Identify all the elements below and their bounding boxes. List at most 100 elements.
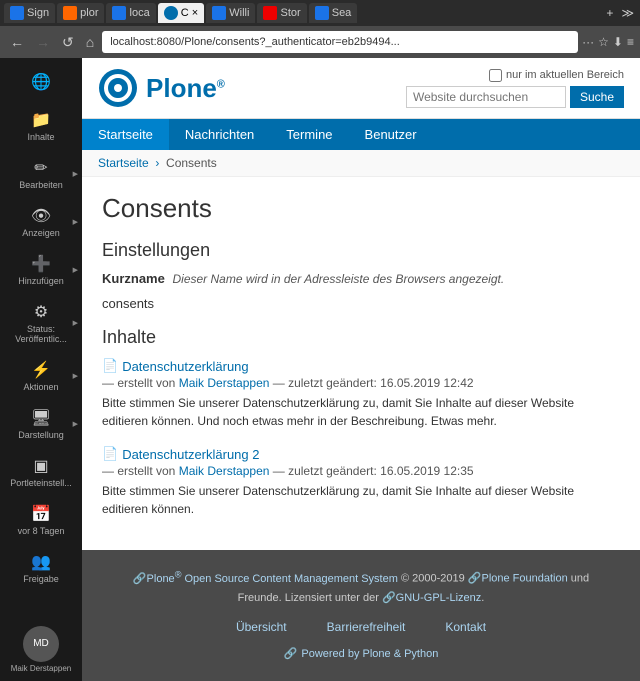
content-item-1-link[interactable]: Datenschutzerklärung (122, 359, 248, 374)
inhalte-section-title: Inhalte (102, 327, 620, 348)
breadcrumb-home[interactable]: Startseite (98, 156, 149, 170)
breadcrumb: Startseite › Consents (82, 150, 640, 177)
tab-plor[interactable]: plor (57, 3, 104, 23)
search-input[interactable] (406, 86, 566, 108)
address-icons: ··· ☆ ⬇ ≡ (582, 35, 634, 49)
search-button[interactable]: Suche (570, 86, 624, 108)
sidebar-item-darstellung[interactable]: 🖥 Darstellung (0, 402, 82, 446)
tab-consents[interactable]: C × (158, 3, 204, 23)
sidebar-item-status[interactable]: ⚙ Status: Veröffentlic... (0, 296, 82, 350)
sidebar-label-inhalte: Inhalte (27, 132, 54, 142)
sidebar-item-aktionen[interactable]: ⚡ Aktionen (0, 354, 82, 398)
nav-item-nachrichten[interactable]: Nachrichten (169, 119, 270, 150)
download-icon[interactable]: ⬇ (613, 35, 623, 49)
sidebar-item-globe[interactable]: 🌐 (0, 66, 82, 100)
doc-icon-2: 📄 (102, 446, 118, 462)
page-footer: 🔗Plone® Open Source Content Management S… (82, 550, 640, 681)
users-icon: 👥 (31, 552, 51, 572)
sidebar-label-status: Status: Veröffentlic... (4, 324, 78, 344)
nav-item-benutzer[interactable]: Benutzer (349, 119, 433, 150)
footer-gpl-link[interactable]: 🔗GNU-GPL-Lizenz (382, 592, 481, 604)
tab-favicon-plone (164, 6, 178, 20)
tab-favicon (10, 6, 24, 20)
sidebar-label-bearbeiten: Bearbeiten (19, 180, 63, 190)
status-icon: ⚙ (34, 302, 48, 322)
tab-favicon (63, 6, 77, 20)
tab-extra-controls: + ≫ (604, 4, 636, 22)
sidebar-label-hinzufuegen: Hinzufügen (18, 276, 64, 286)
footer-kontakt-link[interactable]: Kontakt (445, 617, 486, 639)
field-label: Kurzname (102, 271, 165, 286)
tab-bar: Sign plor loca C × Willi Stor Sea + ≫ (0, 0, 640, 26)
search-scope-checkbox[interactable] (489, 69, 502, 82)
content-item-2-title-row: 📄 Datenschutzerklärung 2 (102, 446, 620, 462)
kurzname-field: Kurzname Dieser Name wird in der Adressl… (102, 271, 620, 286)
tab-favicon (315, 6, 329, 20)
content-item-2-link[interactable]: Datenschutzerklärung 2 (122, 447, 259, 462)
sidebar-label-anzeigen: Anzeigen (22, 228, 60, 238)
tab-sign[interactable]: Sign (4, 3, 55, 23)
sidebar-item-inhalte[interactable]: 📁 Inhalte (0, 104, 82, 148)
page-title: Consents (102, 193, 620, 224)
bookmark-icon[interactable]: ··· (582, 35, 594, 49)
menu-icon[interactable]: ≡ (627, 35, 634, 49)
footer-line1: 🔗Plone® Open Source Content Management S… (98, 566, 624, 589)
footer-plone-link[interactable]: 🔗Plone® Open Source Content Management S… (133, 573, 398, 585)
content-item-2-desc: Bitte stimmen Sie unserer Datenschutzerk… (102, 482, 620, 518)
footer-und: und (571, 573, 589, 585)
page-content: Consents Einstellungen Kurzname Dieser N… (82, 177, 640, 550)
folder-icon: 📁 (31, 110, 51, 130)
sidebar-item-freigabe[interactable]: 👥 Freigabe (0, 546, 82, 590)
footer-powered: 🔗 Powered by Plone & Python (98, 645, 624, 665)
footer-copyright: © 2000-2019 (401, 573, 468, 585)
content-item-1-title-row: 📄 Datenschutzerklärung (102, 358, 620, 374)
footer-foundation-link[interactable]: 🔗Plone Foundation (468, 573, 568, 585)
field-hint: Dieser Name wird in der Adressleiste des… (172, 272, 504, 286)
tab-sea[interactable]: Sea (309, 3, 358, 23)
content-item-1-meta: — erstellt von Maik Derstappen — zuletzt… (102, 376, 620, 390)
powered-link[interactable]: Powered by Plone & Python (301, 645, 438, 665)
nav-item-termine[interactable]: Termine (270, 119, 348, 150)
tab-stor[interactable]: Stor (257, 3, 306, 23)
sidebar-item-vor8tagen[interactable]: 📅 vor 8 Tagen (0, 498, 82, 542)
footer-ubersicht-link[interactable]: Übersicht (236, 617, 287, 639)
sidebar-item-bearbeiten[interactable]: ✏ Bearbeiten (0, 152, 82, 196)
tab-loca[interactable]: loca (106, 3, 155, 23)
eye-icon: 👁 (31, 206, 51, 226)
footer-barriere-link[interactable]: Barrierefreiheit (327, 617, 406, 639)
content-item-2-meta: — erstellt von Maik Derstappen — zuletzt… (102, 464, 620, 478)
tab-menu-button[interactable]: ≫ (619, 4, 636, 22)
reload-button[interactable]: ↺ (58, 32, 78, 53)
footer-links: Übersicht Barrierefreiheit Kontakt (98, 617, 624, 639)
sidebar-item-hinzufuegen[interactable]: ➕ Hinzufügen (0, 248, 82, 292)
content-item-2: 📄 Datenschutzerklärung 2 — erstellt von … (102, 446, 620, 518)
calendar-icon: 📅 (31, 504, 51, 524)
search-area: nur im aktuellen Bereich Suche (406, 69, 624, 108)
content-item-2-author[interactable]: Maik Derstappen (179, 464, 270, 478)
forward-button[interactable]: → (32, 32, 54, 52)
sidebar-user-name: Maik Derstappen (9, 664, 73, 673)
content-item-1: 📄 Datenschutzerklärung — erstellt von Ma… (102, 358, 620, 430)
search-scope-text: nur im aktuellen Bereich (506, 69, 624, 81)
field-value: consents (102, 296, 620, 311)
sidebar-item-anzeigen[interactable]: 👁 Anzeigen (0, 200, 82, 244)
back-button[interactable]: ← (6, 32, 28, 52)
registered-mark: ® (217, 78, 225, 90)
sidebar-label-darstellung: Darstellung (18, 430, 64, 440)
url-input[interactable] (102, 31, 578, 53)
nav-item-startseite[interactable]: Startseite (82, 119, 169, 150)
user-avatar[interactable]: MD (23, 626, 59, 662)
home-button[interactable]: ⌂ (82, 32, 98, 52)
new-tab-button[interactable]: + (604, 4, 615, 22)
star-icon[interactable]: ☆ (598, 35, 609, 49)
content-item-1-author[interactable]: Maik Derstappen (179, 376, 270, 390)
inhalte-section: Inhalte 📄 Datenschutzerklärung — erstell… (102, 327, 620, 518)
display-icon: 🖥 (31, 408, 51, 428)
tab-favicon (112, 6, 126, 20)
tab-willi[interactable]: Willi (206, 3, 255, 23)
sidebar-bottom: MD Maik Derstappen (0, 626, 82, 681)
content-area: Plone® nur im aktuellen Bereich Suche St… (82, 58, 640, 681)
settings-section-title: Einstellungen (102, 240, 620, 261)
sidebar-item-portlet[interactable]: ▣ Portleteinstell... (0, 450, 82, 494)
edit-icon: ✏ (34, 158, 47, 178)
